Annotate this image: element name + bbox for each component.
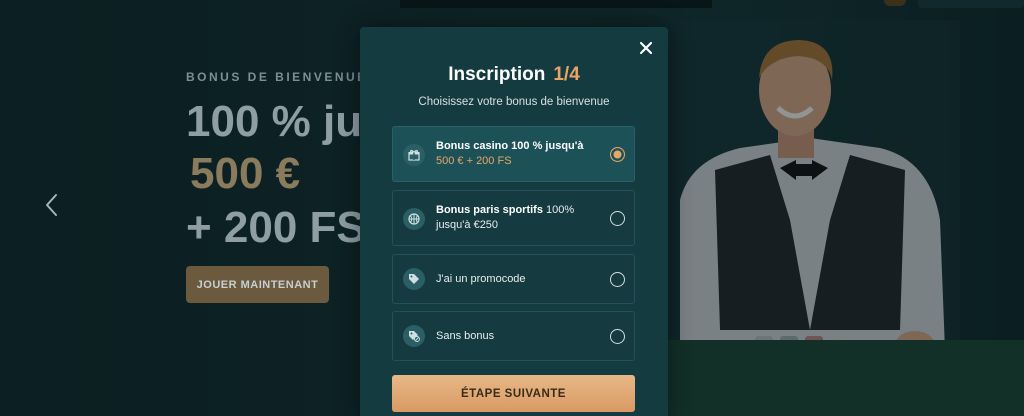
step-indicator: 1/4 xyxy=(553,64,580,85)
option-detail: 500 € + 200 FS xyxy=(436,155,512,167)
next-step-button[interactable]: ÉTAPE SUIVANTE xyxy=(392,375,635,412)
modal-title-text: Inscription xyxy=(448,64,546,85)
option-title: Bonus paris sportifs xyxy=(436,204,543,216)
bonus-option-sports[interactable]: Bonus paris sportifs 100% jusqu'à €250 xyxy=(392,190,635,246)
basketball-icon xyxy=(403,208,425,230)
modal-subtitle: Choisissez votre bonus de bienvenue xyxy=(418,96,610,108)
hero-headline-amount: 500 € xyxy=(190,149,301,198)
option-title-suffix: 100% xyxy=(542,204,575,216)
chevron-left-icon[interactable] xyxy=(42,192,62,218)
bonus-option-promocode[interactable]: J'ai un promocode xyxy=(392,254,635,304)
radio-unselected[interactable] xyxy=(610,211,625,226)
option-text: Bonus casino 100 % jusqu'à 500 € + 200 F… xyxy=(436,139,584,169)
option-title: Bonus casino 100 % jusqu'à xyxy=(436,140,584,152)
modal-title: Inscription 1/4 xyxy=(360,64,668,86)
option-title: J'ai un promocode xyxy=(436,273,526,285)
option-detail: jusqu'à €250 xyxy=(436,219,499,231)
tag-icon xyxy=(403,268,425,290)
radio-selected[interactable] xyxy=(610,147,625,162)
no-bonus-tag-icon xyxy=(403,325,425,347)
bonus-option-none[interactable]: Sans bonus xyxy=(392,311,635,361)
gift-icon xyxy=(403,144,425,166)
bonus-option-casino[interactable]: Bonus casino 100 % jusqu'à 500 € + 200 F… xyxy=(392,126,635,182)
registration-modal: Inscription 1/4 Choisissez votre bonus de… xyxy=(360,27,668,416)
close-icon[interactable] xyxy=(638,40,654,56)
radio-unselected[interactable] xyxy=(610,329,625,344)
hero-headline-line3: + 200 FS xyxy=(186,203,366,252)
play-now-button[interactable]: JOUER MAINTENANT xyxy=(186,266,329,303)
radio-unselected[interactable] xyxy=(610,272,625,287)
hero-kicker: BONUS DE BIENVENUE xyxy=(186,70,368,84)
option-text: Bonus paris sportifs 100% jusqu'à €250 xyxy=(436,203,574,233)
option-title: Sans bonus xyxy=(436,330,495,342)
